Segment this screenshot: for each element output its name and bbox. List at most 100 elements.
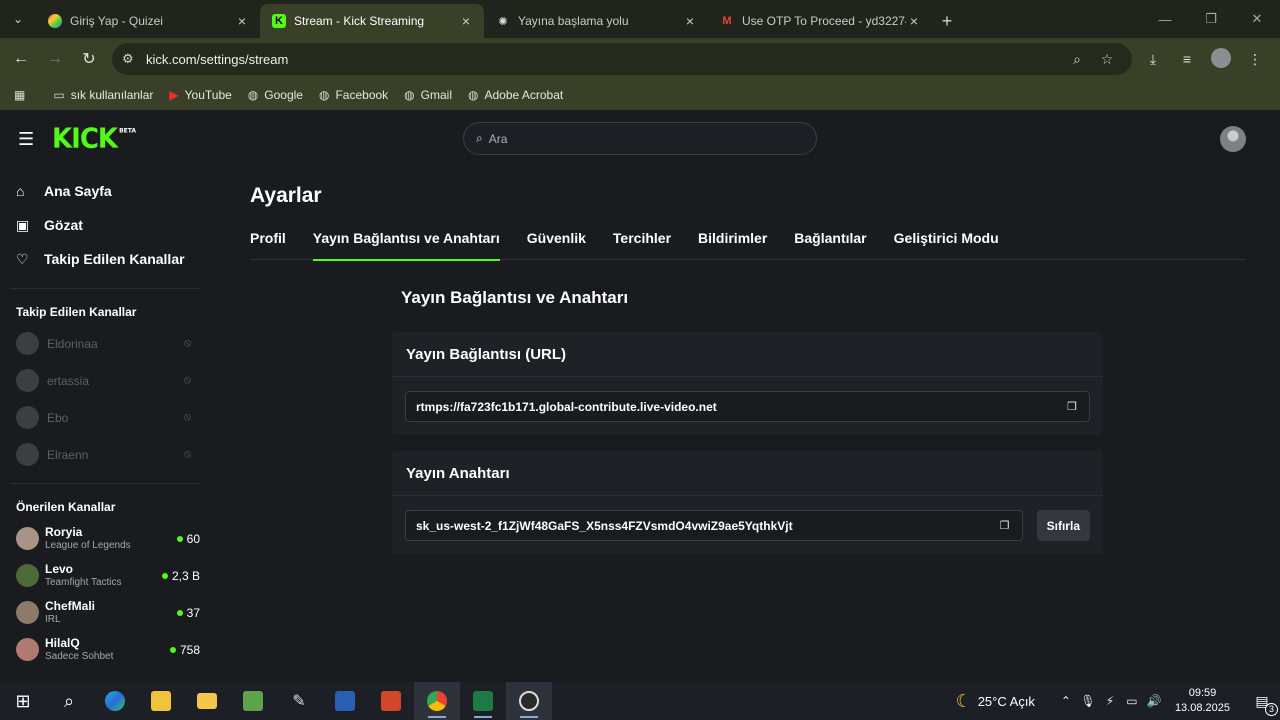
channel-name: ertassia [47, 373, 90, 388]
tab-title: Yayına başlama yolu [518, 14, 629, 28]
sidebar: ⌂ Ana Sayfa ▣ Gözat ♡ Takip Edilen Kanallar… [0, 164, 210, 682]
spreadsheet-icon[interactable] [230, 682, 276, 720]
forward-icon[interactable]: → [38, 42, 72, 76]
sidebar-item-following[interactable]: ♡ Takip Edilen Kanallar [0, 242, 210, 276]
word-icon[interactable] [322, 682, 368, 720]
sidebar-item-browse[interactable]: ▣ Gözat [0, 208, 210, 242]
home-icon: ⌂ [16, 183, 25, 199]
back-icon[interactable]: ← [4, 42, 38, 76]
search-placeholder[interactable]: Ara [489, 132, 508, 146]
recommended-channel[interactable]: Levo Teamfight Tactics 2,3 B [0, 557, 210, 594]
weather-widget[interactable]: ☾ 25°C Açık [956, 691, 1035, 712]
live-dot-icon [176, 536, 183, 543]
more-menu-icon[interactable]: ⋮ [1238, 51, 1272, 68]
apps-grid-icon[interactable]: ▦ [14, 88, 31, 102]
media-control-icon[interactable]: ≡ [1170, 51, 1204, 67]
site-settings-icon[interactable]: ⚙ [122, 51, 146, 67]
obs-icon[interactable] [506, 682, 552, 720]
folder-icon: ▭ [53, 88, 65, 102]
chevron-up-icon[interactable]: ⌃ [1055, 694, 1077, 708]
powerpoint-icon[interactable] [368, 682, 414, 720]
star-icon[interactable]: ☆ [1092, 51, 1122, 68]
moon-icon: ☾ [955, 690, 972, 711]
tab-developer-mode[interactable]: Geliştirici Modu [894, 222, 999, 260]
search-bar[interactable]: ⌕ Ara [463, 122, 817, 155]
excel-icon[interactable] [460, 682, 506, 720]
followed-channel[interactable]: Ebo ⦸ [0, 399, 210, 436]
windows-start-icon[interactable]: ⊞ [0, 682, 46, 720]
sidebar-item-label: Ana Sayfa [44, 183, 112, 199]
followed-channel[interactable]: Eldorinaa ⦸ [0, 325, 210, 362]
reset-key-button[interactable]: Sıfırla [1036, 510, 1090, 541]
close-window-icon[interactable]: ✕ [1234, 0, 1280, 38]
notification-count: 3 [1265, 702, 1278, 716]
recommended-channels-heading: Önerilen Kanallar [16, 500, 116, 514]
close-icon[interactable]: × [906, 13, 922, 29]
microphone-icon[interactable]: 🎙 [1077, 694, 1099, 708]
tab-notifications[interactable]: Bildirimler [698, 222, 767, 260]
new-tab-button[interactable]: + [932, 4, 962, 38]
file-explorer-icon[interactable] [184, 682, 230, 720]
close-icon[interactable]: × [682, 13, 698, 29]
browser-tab-kick[interactable]: K Stream - Kick Streaming × [260, 4, 484, 38]
pen-icon[interactable]: ✎ [276, 682, 322, 720]
toolbar-actions: ⤓ ≡ ⋮ [1136, 38, 1272, 80]
restore-icon[interactable]: ❐ [1188, 0, 1234, 38]
address-bar[interactable]: ⚙ kick.com/settings/stream ⌕ ☆ [112, 43, 1132, 75]
chrome-icon[interactable] [414, 682, 460, 720]
followed-channels-heading: Takip Edilen Kanallar [16, 305, 137, 319]
close-icon[interactable]: × [234, 13, 250, 29]
copy-icon[interactable]: ❐ [988, 519, 1022, 532]
notifications-icon[interactable]: ▤ 3 [1244, 693, 1280, 716]
stream-url-field[interactable]: rtmps://fa723fc1b171.global-contribute.l… [405, 391, 1090, 422]
minimize-icon[interactable]: — [1142, 0, 1188, 38]
search-icon[interactable]: ⌕ [46, 682, 92, 720]
download-icon[interactable]: ⤓ [1136, 51, 1170, 68]
bookmark-folder[interactable]: ▭ sık kullanılanlar [53, 88, 153, 102]
close-icon[interactable]: × [458, 13, 474, 29]
bookmark-google[interactable]: ◍ Google [248, 88, 303, 102]
channel-name: HilalQ [45, 635, 80, 650]
browser-tab-strip: ⌄ Giriş Yap - Quizei × K Stream - Kick S… [0, 0, 1280, 38]
bookmark-adobe[interactable]: ◍ Adobe Acrobat [468, 88, 563, 102]
channel-name: Levo [45, 561, 74, 576]
tab-search-chevron-icon[interactable]: ⌄ [0, 0, 36, 38]
battery-icon[interactable]: ▭ [1121, 694, 1143, 708]
tab-stream-key[interactable]: Yayın Bağlantısı ve Anahtarı [312, 222, 500, 261]
followed-channel[interactable]: Elraenn ⦸ [0, 436, 210, 473]
clock[interactable]: 09:59 13.08.2025 [1175, 686, 1230, 716]
browser-tab-quizei[interactable]: Giriş Yap - Quizei × [36, 4, 260, 38]
tab-profile[interactable]: Profil [250, 222, 286, 260]
recommended-channel[interactable]: HilalQ Sadece Sohbet 758 [0, 631, 210, 668]
hamburger-menu-icon[interactable]: ☰ [18, 129, 34, 150]
url-text[interactable]: kick.com/settings/stream [146, 52, 1062, 67]
volume-icon[interactable]: 🔊 [1143, 694, 1165, 708]
tab-security[interactable]: Güvenlik [527, 222, 586, 260]
reload-icon[interactable]: ↻ [72, 42, 106, 76]
followed-channel[interactable]: ertassia ⦸ [0, 362, 210, 399]
weather-text: 25°C Açık [977, 693, 1035, 709]
bookmark-gmail[interactable]: ◍ Gmail [404, 88, 452, 102]
bookmark-facebook[interactable]: ◍ Facebook [319, 88, 388, 102]
profile-avatar[interactable] [1204, 47, 1238, 71]
recommended-channel[interactable]: Roryia League of Legends 60 [0, 520, 210, 557]
tab-preferences[interactable]: Tercihler [613, 222, 671, 260]
recommended-channel[interactable]: ChefMali IRL 37 [0, 594, 210, 631]
tab-connections[interactable]: Bağlantılar [794, 222, 866, 260]
stream-key-value[interactable]: sk_us-west-2_f1ZjWf48GaFS_X5nss4FZVsmdO4… [416, 519, 988, 533]
kick-logo[interactable]: KICK BETA [52, 123, 136, 155]
browser-tab-gmail[interactable]: M Use OTP To Proceed - yd32274 × [708, 4, 932, 38]
network-icon[interactable]: ⚡ [1099, 694, 1121, 708]
browser-tab-chatgpt[interactable]: ✺ Yayına başlama yolu × [484, 4, 708, 38]
edge-icon[interactable] [92, 682, 138, 720]
zoom-icon[interactable]: ⌕ [1062, 51, 1092, 68]
stream-url-value[interactable]: rtmps://fa723fc1b171.global-contribute.l… [416, 400, 1055, 414]
user-avatar[interactable] [1220, 126, 1246, 152]
sidebar-item-home[interactable]: ⌂ Ana Sayfa [0, 174, 210, 208]
bookmark-youtube[interactable]: ▶ YouTube [169, 88, 231, 102]
notes-icon[interactable] [138, 682, 184, 720]
stream-key-field[interactable]: sk_us-west-2_f1ZjWf48GaFS_X5nss4FZVsmdO4… [405, 510, 1023, 541]
channel-category: League of Legends [45, 539, 131, 551]
bookmark-label: Gmail [420, 88, 452, 102]
copy-icon[interactable]: ❐ [1055, 400, 1089, 413]
